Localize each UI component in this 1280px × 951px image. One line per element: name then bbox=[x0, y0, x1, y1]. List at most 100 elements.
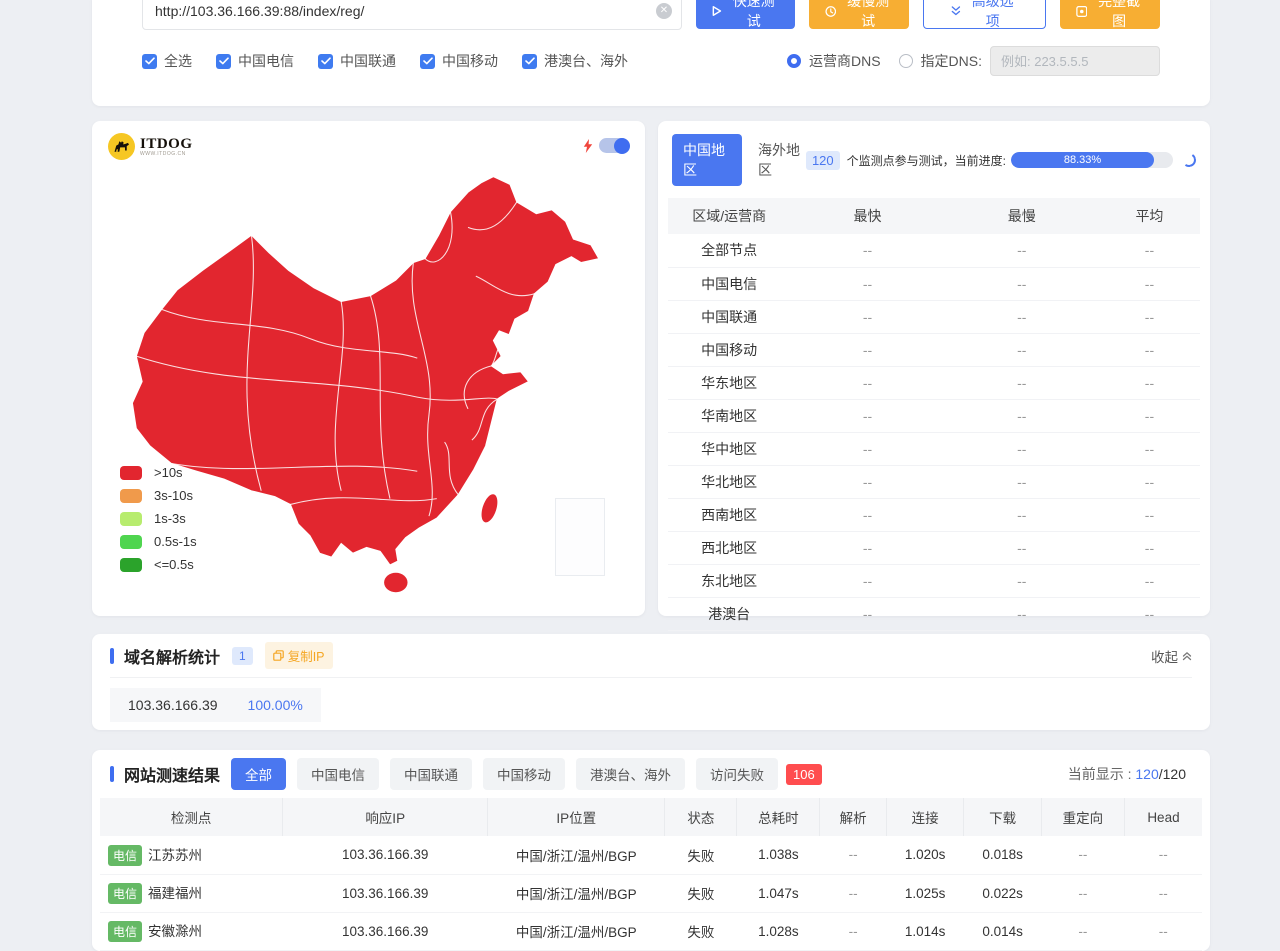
checkbox-checked-icon[interactable] bbox=[216, 54, 231, 69]
tab-china-region[interactable]: 中国地区 bbox=[672, 134, 742, 186]
region-value: -- bbox=[1099, 597, 1200, 630]
checkbox-全选[interactable]: 全选 bbox=[142, 51, 192, 71]
carrier-dns-radio[interactable] bbox=[787, 54, 801, 68]
results-col-header: 检测点 bbox=[100, 798, 283, 836]
map-mode-toggle[interactable] bbox=[599, 138, 629, 153]
middle-row: ITDOG WWW.ITDOG.CN bbox=[92, 121, 1210, 616]
checkbox-label: 中国移动 bbox=[442, 51, 498, 71]
region-name: 港澳台 bbox=[668, 597, 790, 630]
region-row: 中国电信------ bbox=[668, 267, 1200, 300]
screenshot-icon bbox=[1076, 5, 1088, 18]
region-value: -- bbox=[790, 465, 944, 498]
quick-test-button[interactable]: 快速测试 bbox=[696, 0, 795, 29]
play-icon bbox=[712, 5, 722, 17]
checkbox-checked-icon[interactable] bbox=[420, 54, 435, 69]
results-filter-group: 全部中国电信中国联通中国移动港澳台、海外访问失败106 bbox=[220, 758, 822, 790]
ip-location: 中国/浙江/温州/BGP bbox=[488, 874, 665, 912]
results-table-body: 电信江苏苏州103.36.166.39中国/浙江/温州/BGP失败1.038s-… bbox=[100, 836, 1202, 950]
map-card: ITDOG WWW.ITDOG.CN bbox=[92, 121, 645, 616]
head-time: -- bbox=[1124, 836, 1202, 874]
region-value: -- bbox=[1099, 333, 1200, 366]
dns-group: 运营商DNS 指定DNS: bbox=[787, 46, 1160, 76]
legend-label: 0.5s-1s bbox=[154, 534, 197, 549]
region-value: -- bbox=[945, 597, 1099, 630]
status-value: 失败 bbox=[665, 912, 737, 950]
checkbox-中国电信[interactable]: 中国电信 bbox=[216, 51, 294, 71]
checkbox-group: 全选 中国电信 中国联通 中国移动 港澳台、海外 bbox=[142, 51, 652, 71]
region-row: 中国联通------ bbox=[668, 300, 1200, 333]
region-value: -- bbox=[790, 498, 944, 531]
checkbox-中国移动[interactable]: 中国移动 bbox=[420, 51, 498, 71]
region-name: 东北地区 bbox=[668, 564, 790, 597]
resolved-ip-percent[interactable]: 100.00% bbox=[248, 697, 303, 713]
checkbox-checked-icon[interactable] bbox=[142, 54, 157, 69]
legend-item: <=0.5s bbox=[120, 557, 197, 572]
region-value: -- bbox=[1099, 267, 1200, 300]
url-input[interactable] bbox=[142, 0, 682, 30]
carrier-dns-label: 运营商DNS bbox=[809, 51, 881, 71]
filter-chip-全部[interactable]: 全部 bbox=[231, 758, 286, 790]
region-value: -- bbox=[790, 564, 944, 597]
options-row: 全选 中国电信 中国联通 中国移动 港澳台、海外 运营商DNS 指定DNS: bbox=[142, 46, 1160, 76]
filter-chip-港澳台、海外[interactable]: 港澳台、海外 bbox=[576, 758, 685, 790]
results-col-header: 响应IP bbox=[283, 798, 488, 836]
clock-icon bbox=[825, 5, 837, 18]
full-screenshot-button[interactable]: 完整截图 bbox=[1060, 0, 1160, 29]
results-title: 网站测速结果 bbox=[124, 762, 220, 786]
head-time: -- bbox=[1124, 912, 1202, 950]
full-screenshot-label: 完整截图 bbox=[1094, 0, 1144, 31]
clear-input-icon[interactable]: ✕ bbox=[656, 3, 672, 19]
custom-dns-input[interactable] bbox=[990, 46, 1160, 76]
itdog-logo: ITDOG WWW.ITDOG.CN bbox=[108, 133, 193, 160]
slow-test-button[interactable]: 缓慢测试 bbox=[809, 0, 909, 29]
custom-dns-label: 指定DNS: bbox=[921, 51, 982, 71]
region-name: 西南地区 bbox=[668, 498, 790, 531]
legend-swatch bbox=[120, 489, 142, 503]
status-value: 失败 bbox=[665, 874, 737, 912]
filter-chip-中国移动[interactable]: 中国移动 bbox=[483, 758, 565, 790]
filter-chip-中国电信[interactable]: 中国电信 bbox=[297, 758, 379, 790]
region-col-header: 最慢 bbox=[945, 198, 1099, 234]
display-count-current: 120 bbox=[1135, 766, 1158, 782]
region-value: -- bbox=[790, 399, 944, 432]
checkbox-checked-icon[interactable] bbox=[318, 54, 333, 69]
checkbox-checked-icon[interactable] bbox=[522, 54, 537, 69]
region-value: -- bbox=[790, 432, 944, 465]
advanced-options-button[interactable]: 高级选项 bbox=[923, 0, 1046, 29]
copy-ip-button[interactable]: 复制IP bbox=[265, 642, 333, 669]
map-legend: >10s3s-10s1s-3s0.5s-1s<=0.5s bbox=[120, 465, 197, 572]
checkbox-港澳台、海外[interactable]: 港澳台、海外 bbox=[522, 51, 628, 71]
status-value: 失败 bbox=[665, 836, 737, 874]
results-col-header: 解析 bbox=[820, 798, 886, 836]
filter-chip-访问失败[interactable]: 访问失败 bbox=[696, 758, 778, 790]
download-time: 0.018s bbox=[964, 836, 1042, 874]
toggle-knob bbox=[614, 138, 630, 154]
region-value: -- bbox=[945, 300, 1099, 333]
node-cell: 电信福建福州 bbox=[100, 874, 283, 912]
total-time: 1.047s bbox=[737, 874, 820, 912]
region-row: 西南地区------ bbox=[668, 498, 1200, 531]
region-name: 中国联通 bbox=[668, 300, 790, 333]
download-time: 0.014s bbox=[964, 912, 1042, 950]
tab-overseas-region[interactable]: 海外地区 bbox=[758, 140, 806, 180]
results-col-header: 连接 bbox=[886, 798, 964, 836]
double-chevron-up-icon bbox=[1182, 651, 1192, 661]
region-row: 中国移动------ bbox=[668, 333, 1200, 366]
region-value: -- bbox=[1099, 399, 1200, 432]
node-name: 江苏苏州 bbox=[148, 848, 202, 863]
region-table-head: 区域/运营商最快最慢平均 bbox=[668, 198, 1200, 234]
custom-dns-radio[interactable] bbox=[899, 54, 913, 68]
checkbox-中国联通[interactable]: 中国联通 bbox=[318, 51, 396, 71]
filter-chip-中国联通[interactable]: 中国联通 bbox=[390, 758, 472, 790]
legend-swatch bbox=[120, 535, 142, 549]
logo-subtitle: WWW.ITDOG.CN bbox=[140, 152, 193, 158]
progress-fill: 88.33% bbox=[1011, 152, 1154, 168]
dns-stats-header: 域名解析统计 1 复制IP 收起 bbox=[110, 634, 1192, 678]
checkbox-label: 中国联通 bbox=[340, 51, 396, 71]
ip-location: 中国/浙江/温州/BGP bbox=[488, 912, 665, 950]
collapse-button[interactable]: 收起 bbox=[1151, 646, 1192, 666]
region-value: -- bbox=[945, 399, 1099, 432]
region-value: -- bbox=[790, 597, 944, 630]
display-count: 当前显示 : 120/120 bbox=[1068, 764, 1192, 784]
region-value: -- bbox=[945, 234, 1099, 267]
